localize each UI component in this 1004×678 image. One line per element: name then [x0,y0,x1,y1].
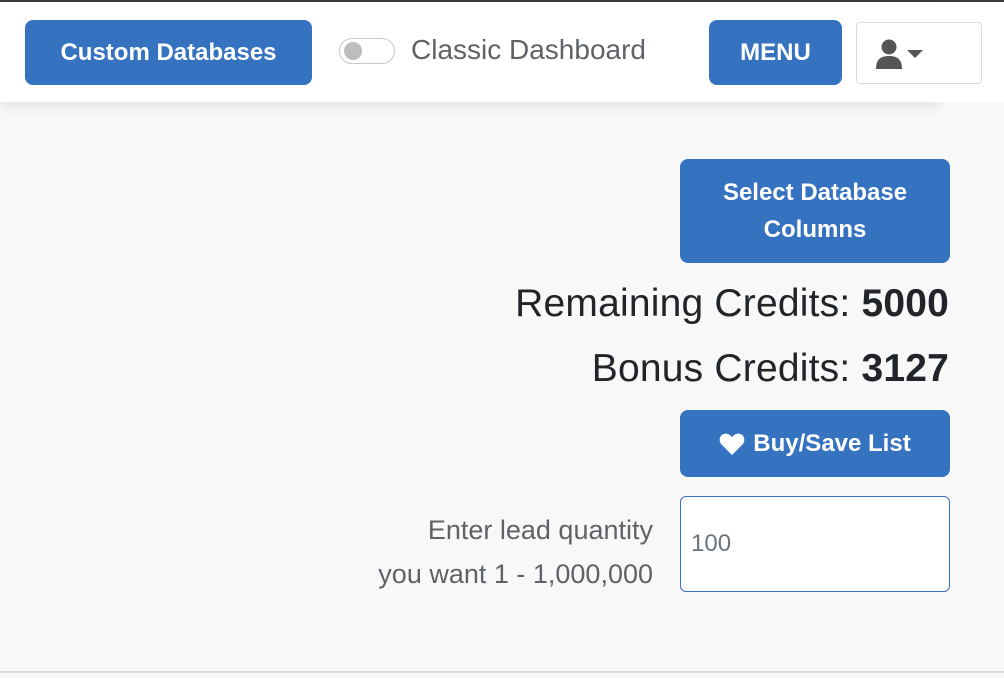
user-icon [876,39,902,69]
buy-save-list-button[interactable]: Buy/Save List [680,410,950,477]
custom-databases-button[interactable]: Custom Databases [25,20,312,85]
lead-quantity-input[interactable] [680,496,950,592]
bonus-credits: Bonus Credits: 3127 [592,347,949,391]
remaining-credits: Remaining Credits: 5000 [515,282,949,326]
bottom-divider [0,671,1004,673]
lead-quantity-label-line2: you want 1 - 1,000,000 [378,559,653,589]
buy-save-list-label: Buy/Save List [753,429,911,457]
bonus-credits-label: Bonus Credits: [591,347,851,390]
top-navbar: Custom Databases Classic Dashboard MENU [0,2,940,102]
select-database-columns-button[interactable]: Select Database Columns [680,159,950,263]
classic-dashboard-label: Classic Dashboard [411,34,646,65]
toggle-knob [344,42,362,60]
lead-quantity-label-line1: Enter lead quantity [427,515,653,545]
caret-down-icon [907,50,923,58]
heart-icon [719,433,745,455]
bonus-credits-value: 3127 [861,347,949,390]
remaining-credits-label: Remaining Credits: [515,282,851,325]
lead-quantity-label: Enter lead quantity you want 1 - 1,000,0… [378,508,653,596]
remaining-credits-value: 5000 [861,282,949,325]
user-dropdown-button[interactable] [856,22,982,84]
menu-button[interactable]: MENU [709,20,842,85]
classic-dashboard-toggle[interactable] [339,38,395,64]
page: Custom Databases Classic Dashboard MENU … [0,0,1004,678]
